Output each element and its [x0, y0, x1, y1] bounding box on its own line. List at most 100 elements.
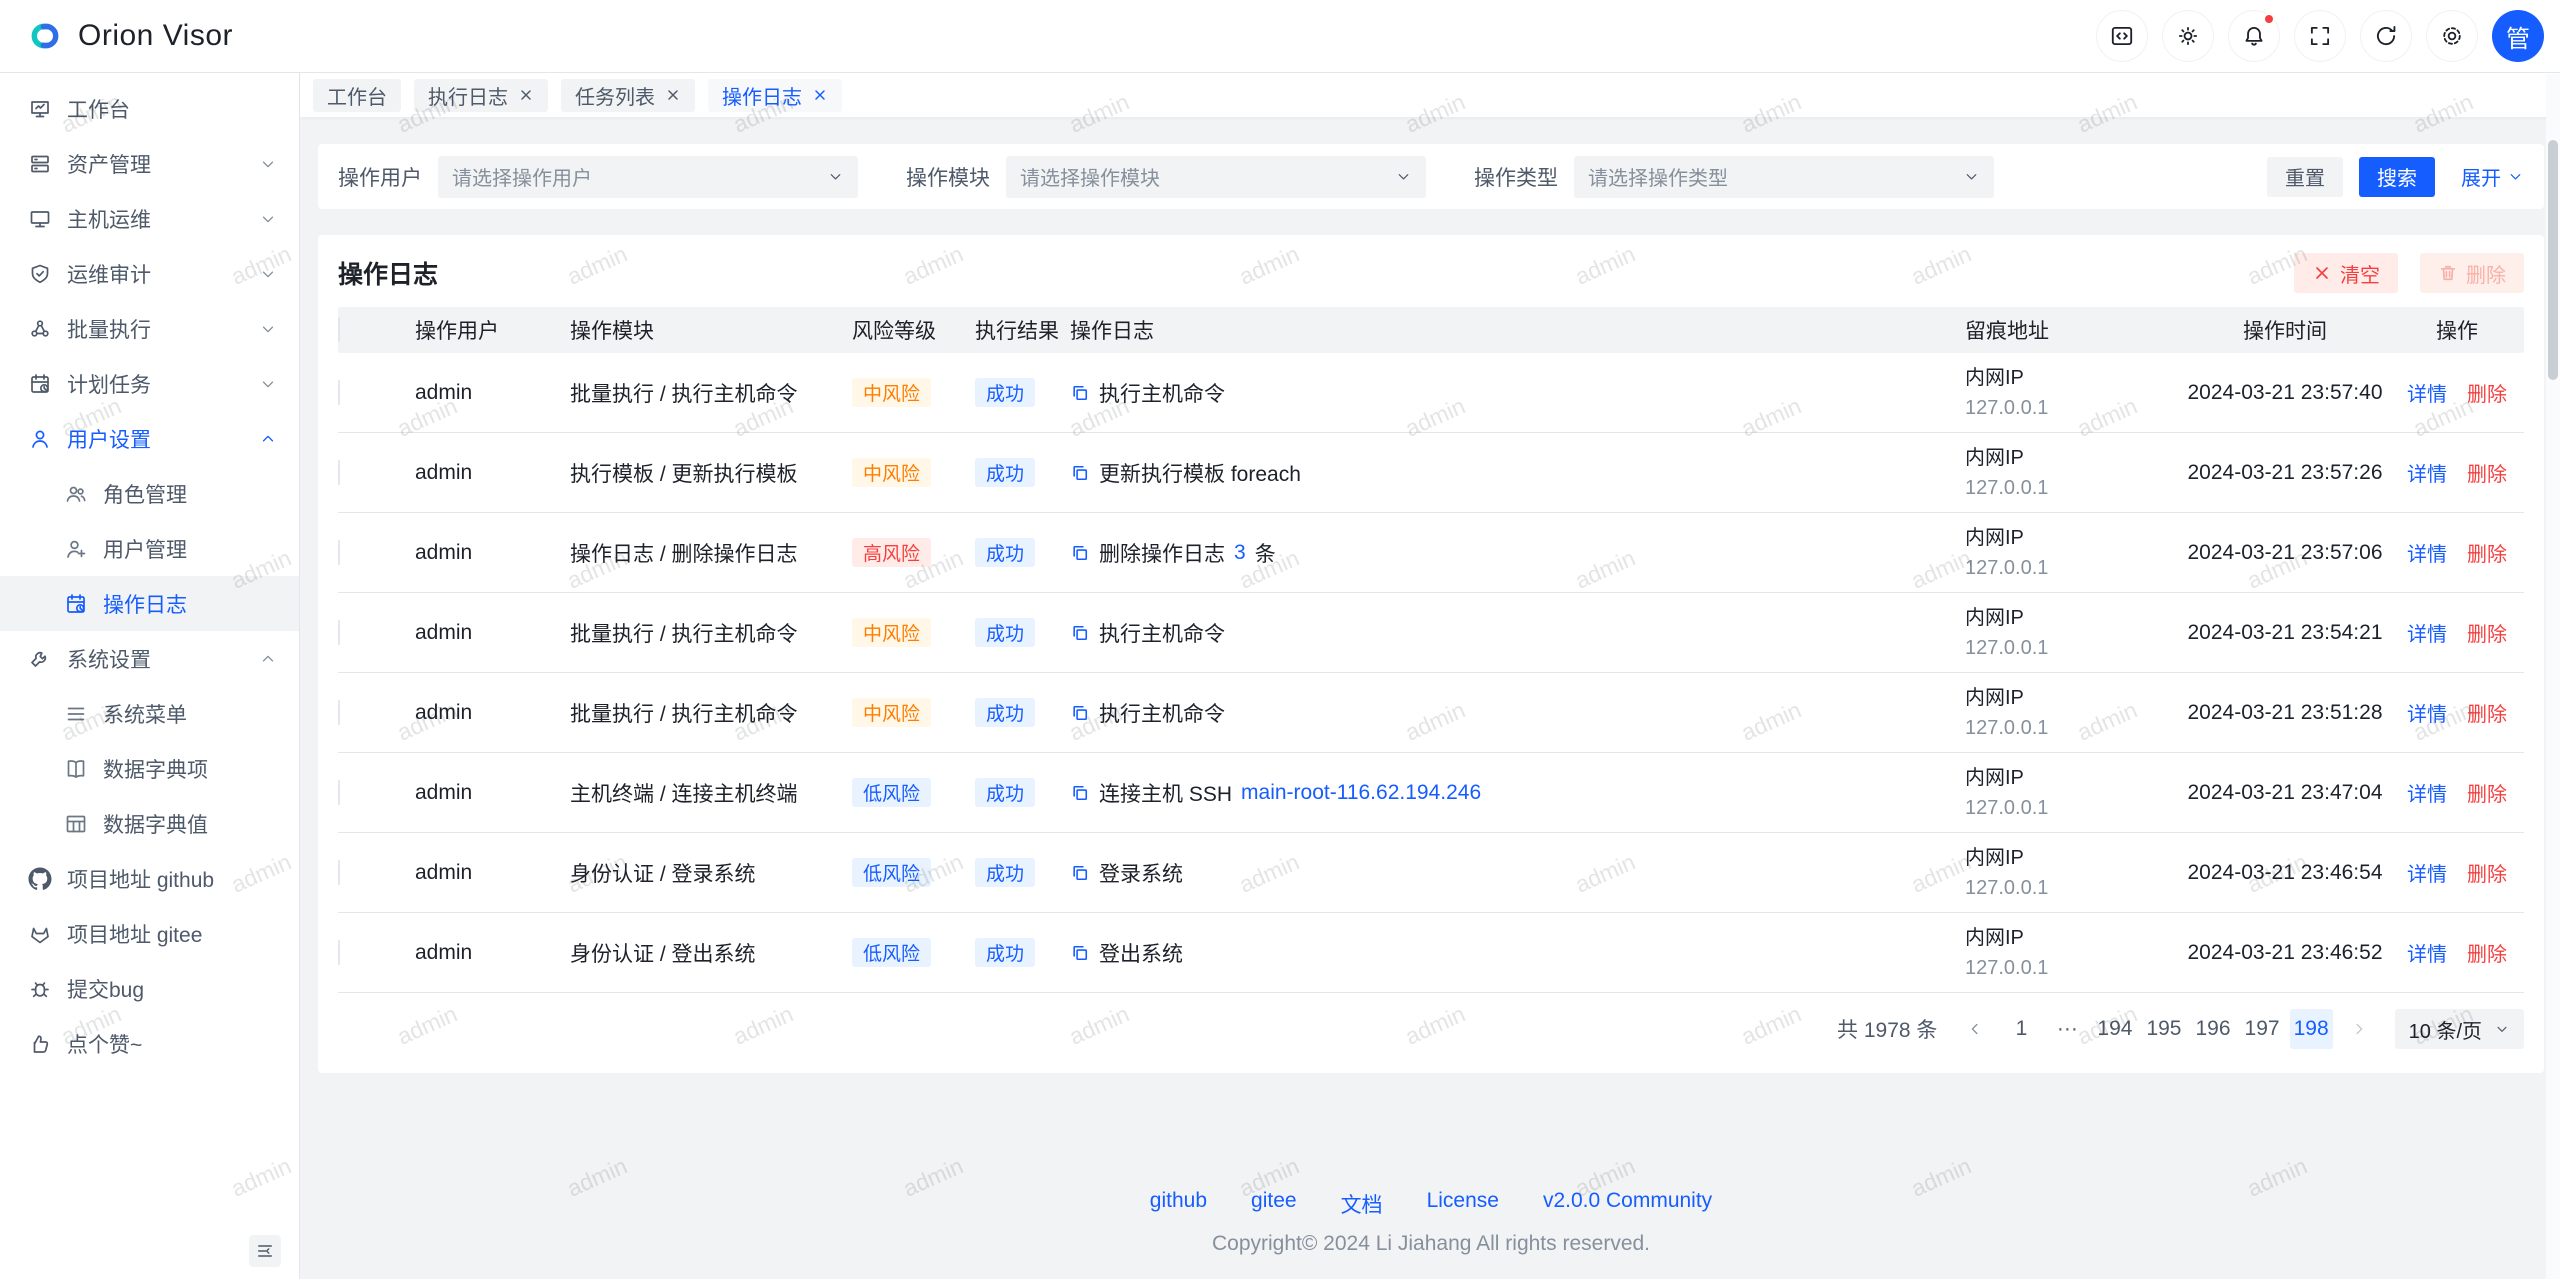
log-link[interactable]: main-root-116.62.194.246 [1241, 781, 1481, 805]
refresh-button[interactable] [2360, 10, 2412, 62]
sidebar-item-wrench[interactable]: 系统设置 [0, 631, 299, 686]
footer-link[interactable]: 文档 [1341, 1189, 1383, 1219]
user-avatar[interactable]: 管 [2492, 10, 2544, 62]
expand-toggle[interactable]: 展开 [2461, 162, 2524, 191]
sidebar-item-log[interactable]: 操作日志 [0, 576, 299, 631]
chevron-down-icon [259, 210, 277, 228]
footer-link[interactable]: License [1427, 1189, 1499, 1219]
theme-sun-button[interactable] [2162, 10, 2214, 62]
select-all-checkbox[interactable] [338, 317, 340, 342]
footer-link[interactable]: gitee [1251, 1189, 1297, 1219]
filter-group: 操作模块请选择操作模块 [906, 156, 1426, 198]
row-delete-link[interactable]: 删除 [2467, 538, 2507, 567]
fullscreen-button[interactable] [2294, 10, 2346, 62]
page-ellipsis[interactable]: ··· [2047, 1009, 2087, 1049]
search-button[interactable]: 搜索 [2359, 157, 2435, 197]
page-number[interactable]: 196 [2192, 1009, 2235, 1049]
row-delete-link[interactable]: 删除 [2467, 458, 2507, 487]
footer-link[interactable]: v2.0.0 Community [1543, 1189, 1712, 1219]
row-checkbox[interactable] [338, 460, 340, 485]
page-number[interactable]: 194 [2093, 1009, 2136, 1049]
tab-1[interactable]: 工作台 [313, 79, 401, 112]
sidebar-item-dict[interactable]: 数据字典项 [0, 741, 299, 796]
row-checkbox[interactable] [338, 940, 340, 965]
filter-select-2[interactable]: 请选择操作模块 [1006, 156, 1426, 198]
row-checkbox[interactable] [338, 540, 340, 565]
cell-time: 2024-03-21 23:54:21 [2188, 621, 2383, 645]
cell-log: 登出系统 [1070, 938, 1965, 968]
column-header: 操作日志 [1070, 315, 1965, 345]
row-checkbox[interactable] [338, 700, 340, 725]
sidebar-item-schedule[interactable]: 计划任务 [0, 356, 299, 411]
filter-select-1[interactable]: 请选择操作用户 [438, 156, 858, 198]
detail-link[interactable]: 详情 [2407, 458, 2447, 487]
collapse-icon [255, 1241, 275, 1261]
reset-button[interactable]: 重置 [2267, 157, 2343, 197]
page-number[interactable]: 1 [2001, 1009, 2041, 1049]
result-tag: 成功 [975, 538, 1035, 567]
settings-gear-icon [2439, 23, 2465, 49]
row-checkbox[interactable] [338, 620, 340, 645]
row-delete-link[interactable]: 删除 [2467, 698, 2507, 727]
settings-gear-button[interactable] [2426, 10, 2478, 62]
tab-2[interactable]: 执行日志 [414, 79, 548, 112]
sidebar-item-user-add[interactable]: 用户管理 [0, 521, 299, 576]
detail-link[interactable]: 详情 [2407, 858, 2447, 887]
page-number[interactable]: 198 [2290, 1009, 2333, 1049]
page-size-select[interactable]: 10 条/页 [2395, 1009, 2524, 1049]
prev-page-button[interactable] [1955, 1009, 1995, 1049]
sidebar-item-dashboard[interactable]: 工作台 [0, 81, 299, 136]
sidebar-item-audit[interactable]: 运维审计 [0, 246, 299, 301]
footer-link[interactable]: github [1150, 1189, 1207, 1219]
column-header: 操作时间 [2243, 315, 2327, 345]
page-number[interactable]: 195 [2142, 1009, 2185, 1049]
row-checkbox[interactable] [338, 860, 340, 885]
row-delete-link[interactable]: 删除 [2467, 618, 2507, 647]
filter-select-3[interactable]: 请选择操作类型 [1574, 156, 1994, 198]
tab-bar: 工作台执行日志任务列表操作日志 [300, 73, 2560, 117]
clear-button[interactable]: 清空 [2294, 253, 2398, 293]
detail-link[interactable]: 详情 [2407, 938, 2447, 967]
scrollbar-thumb[interactable] [2548, 140, 2558, 380]
sidebar-item-bug[interactable]: 提交bug [0, 961, 299, 1016]
cell-address: 内网IP127.0.0.1 [1965, 843, 2180, 903]
table-body: admin批量执行 / 执行主机命令中风险成功执行主机命令内网IP127.0.0… [338, 353, 2524, 993]
tab-3[interactable]: 任务列表 [561, 79, 695, 112]
detail-link[interactable]: 详情 [2407, 618, 2447, 647]
next-page-button[interactable] [2339, 1009, 2379, 1049]
notification-bell-button[interactable] [2228, 10, 2280, 62]
sidebar-item-dict-table[interactable]: 数据字典值 [0, 796, 299, 851]
delete-button[interactable]: 删除 [2420, 253, 2524, 293]
detail-link[interactable]: 详情 [2407, 538, 2447, 567]
sidebar-item-assets[interactable]: 资产管理 [0, 136, 299, 191]
sidebar-item-batch[interactable]: 批量执行 [0, 301, 299, 356]
sidebar-item-user[interactable]: 用户设置 [0, 411, 299, 466]
row-delete-link[interactable]: 删除 [2467, 938, 2507, 967]
code-button[interactable] [2096, 10, 2148, 62]
sidebar-item-gitee[interactable]: 项目地址 gitee [0, 906, 299, 961]
detail-link[interactable]: 详情 [2407, 778, 2447, 807]
wrench-icon [28, 647, 52, 671]
tab-close-icon [665, 87, 681, 103]
sidebar-item-roles[interactable]: 角色管理 [0, 466, 299, 521]
sidebar-item-github[interactable]: 项目地址 github [0, 851, 299, 906]
detail-link[interactable]: 详情 [2407, 698, 2447, 727]
dict-icon [64, 757, 88, 781]
cell-address: 内网IP127.0.0.1 [1965, 683, 2180, 743]
row-delete-link[interactable]: 删除 [2467, 778, 2507, 807]
app-title: Orion Visor [78, 19, 233, 53]
result-tag: 成功 [975, 378, 1035, 407]
vertical-scrollbar[interactable] [2546, 74, 2560, 1279]
page-number[interactable]: 197 [2241, 1009, 2284, 1049]
sidebar-item-host[interactable]: 主机运维 [0, 191, 299, 246]
row-checkbox[interactable] [338, 380, 340, 405]
detail-link[interactable]: 详情 [2407, 378, 2447, 407]
row-delete-link[interactable]: 删除 [2467, 858, 2507, 887]
cell-log: 执行主机命令 [1070, 618, 1965, 648]
row-checkbox[interactable] [338, 780, 340, 805]
sidebar-item-menu[interactable]: 系统菜单 [0, 686, 299, 741]
tab-4[interactable]: 操作日志 [708, 79, 842, 112]
row-delete-link[interactable]: 删除 [2467, 378, 2507, 407]
sidebar-collapse-button[interactable] [249, 1235, 281, 1267]
sidebar-item-like[interactable]: 点个赞~ [0, 1016, 299, 1071]
